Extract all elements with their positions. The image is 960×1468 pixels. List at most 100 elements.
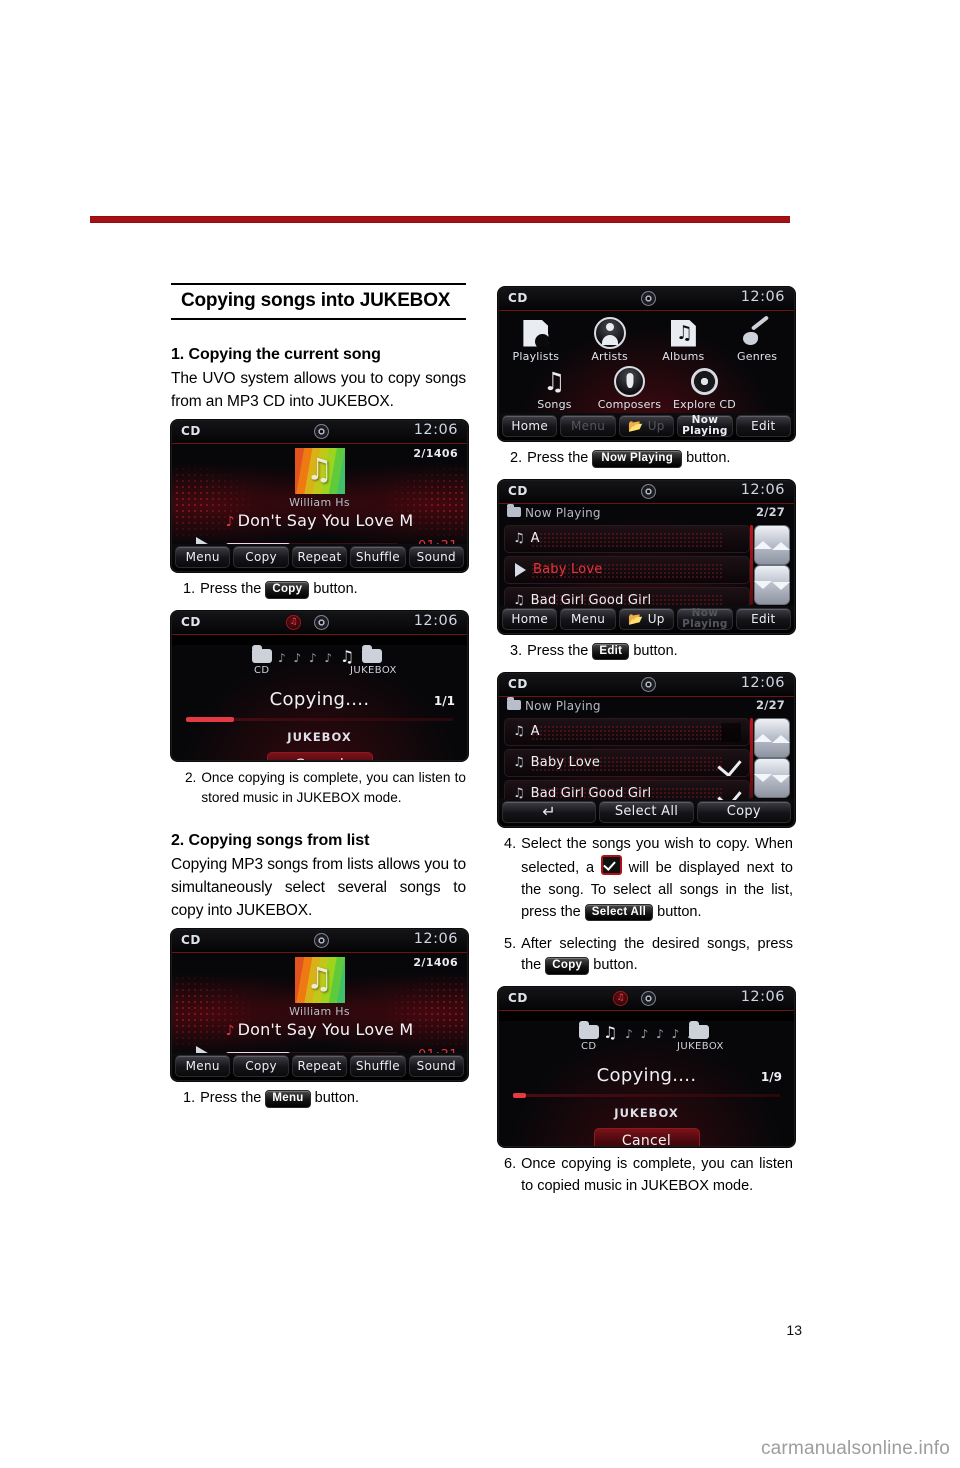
list-count: 2/27	[755, 697, 785, 712]
cancel-button[interactable]: Cancel	[593, 1128, 700, 1146]
list-item[interactable]: ♫ Bad Girl Good Girl	[504, 779, 750, 800]
checkmark-icon[interactable]	[717, 783, 742, 800]
button-shuffle[interactable]: Shuffle	[350, 1055, 406, 1078]
source-folder-label: CD	[254, 664, 270, 676]
breadcrumb: Now Playing 2/27	[499, 503, 794, 524]
status-clock: 12:06	[740, 989, 785, 1005]
button-menu[interactable]: Menu	[560, 607, 616, 630]
list-item[interactable]: ♫ A	[504, 524, 750, 553]
copying-progress-bar	[186, 716, 453, 722]
button-sound[interactable]: Sound	[408, 545, 465, 568]
list-body: Now Playing 2/27 ♫ A ♫ Baby Love ♫ Bad G…	[499, 696, 794, 800]
button-home[interactable]: Home	[502, 415, 558, 437]
status-bar: CD 12:06	[499, 288, 794, 311]
button-select-all[interactable]: Select All	[599, 800, 694, 823]
step-right-2: 2. Press the Now Playing button.	[498, 448, 793, 470]
dest-folder-icon	[689, 1021, 709, 1039]
step-number: 4.	[504, 835, 517, 852]
button-up[interactable]: 📂 Up	[618, 607, 675, 630]
status-clock: 12:06	[740, 289, 785, 305]
screenshot-copying-single: CD ♫ 12:06 CD ♪ ♪ ♪ ♪ ♫ ♪ JUKEBOX Copyin…	[171, 610, 468, 761]
button-up-label: Up	[647, 419, 665, 433]
list-item[interactable]: Baby Love	[504, 555, 750, 584]
screenshot-cd-menu: CD 12:06 Playlists Artists ♫ Albums Genr…	[498, 287, 795, 441]
inline-chip-menu: Menu	[265, 1090, 311, 1108]
copying-progress-bar	[513, 1093, 780, 1098]
back-arrow-icon: ↵	[542, 802, 557, 821]
edit-button-bar: ↵ Select All Copy	[499, 798, 794, 826]
step-text: Select the songs you wish to copy. When …	[521, 834, 793, 924]
button-copy[interactable]: Copy	[233, 1055, 289, 1078]
player-button-bar: Menu Copy Repeat Shuffle Sound	[172, 543, 467, 571]
menu-item-albums[interactable]: ♫ Albums	[650, 318, 716, 363]
step-text: Press the Copy button.	[200, 579, 466, 601]
music-note-icon: ♫	[513, 593, 525, 607]
button-edit[interactable]: Edit	[735, 607, 792, 630]
scrollbar[interactable]	[750, 717, 790, 798]
step-number: 6.	[504, 1156, 517, 1172]
copying-destination-label: JUKEBOX	[287, 729, 352, 744]
step-text-post: button.	[314, 1090, 359, 1107]
button-sound[interactable]: Sound	[408, 1055, 465, 1078]
source-folder-icon	[252, 644, 272, 663]
right-column: CD 12:06 Playlists Artists ♫ Albums Genr…	[498, 283, 795, 1208]
button-repeat[interactable]: Repeat	[291, 545, 348, 568]
list-item[interactable]: ♫ A	[504, 717, 750, 746]
button-menu[interactable]: Menu	[175, 1055, 231, 1078]
step-left-2: 2. Once copying is complete, you can lis…	[171, 768, 466, 809]
status-bar: CD 12:06	[172, 930, 467, 954]
button-edit[interactable]: Edit	[735, 415, 792, 437]
player-body: 2/1406 William Hs ♪Don't Say You Love M …	[172, 443, 467, 545]
menu-item-label: Genres	[737, 350, 778, 363]
button-repeat[interactable]: Repeat	[291, 1055, 348, 1078]
button-back[interactable]: ↵	[502, 800, 597, 823]
checkbox-unchecked[interactable]	[721, 722, 741, 742]
button-copy[interactable]: Copy	[233, 545, 289, 568]
person-icon	[593, 317, 626, 349]
button-home[interactable]: Home	[502, 607, 558, 630]
scroll-up-button[interactable]	[754, 524, 790, 565]
menu-grid-row-1: Playlists Artists ♫ Albums Genres	[499, 311, 794, 363]
button-shuffle[interactable]: Shuffle	[350, 545, 406, 568]
step-text-post: button.	[313, 580, 358, 597]
step-text-post: button.	[593, 957, 638, 974]
copying-dialog-body: CD ♫ ♪ ♪ ♪ ♪ ♪ JUKEBOX Copying.... 1/9 J…	[499, 1021, 794, 1146]
page-title: Copying songs into JUKEBOX	[171, 283, 466, 320]
dest-folder-icon	[362, 644, 382, 663]
music-note-icon: ♫	[513, 724, 525, 739]
scroll-down-button[interactable]	[754, 757, 790, 798]
scroll-up-button[interactable]	[754, 717, 790, 758]
inline-chip-now-playing: Now Playing	[592, 450, 683, 468]
menu-body: Playlists Artists ♫ Albums Genres ♫ Song…	[499, 311, 794, 414]
button-copy[interactable]: Copy	[696, 800, 791, 823]
cancel-button[interactable]: Cancel	[266, 751, 373, 760]
menu-item-songs[interactable]: ♫ Songs	[522, 366, 588, 412]
step-text-pre: Press the	[527, 642, 589, 659]
page-number: 13	[786, 1322, 802, 1338]
menu-item-composers[interactable]: Composers	[597, 365, 663, 411]
menu-item-playlists[interactable]: Playlists	[503, 318, 569, 363]
list-item-label: Baby Love	[533, 562, 603, 578]
step-text-post: button.	[686, 450, 731, 466]
step-right-5: 5. After selecting the desired songs, pr…	[498, 934, 793, 978]
album-art	[294, 447, 345, 494]
menu-button-bar: Home Menu 📂 Up Now Playing Edit	[499, 413, 794, 440]
play-icon	[515, 562, 526, 577]
button-menu[interactable]: Menu	[175, 545, 231, 568]
button-now-playing[interactable]: Now Playing	[677, 415, 733, 437]
list-body: Now Playing 2/27 ♫ A Baby Love ♫ Bad Gir…	[499, 503, 794, 607]
menu-item-artists[interactable]: Artists	[577, 317, 643, 363]
copying-status-text: Copying....	[269, 688, 370, 710]
list-item[interactable]: ♫ Bad Girl Good Girl	[504, 586, 750, 607]
step-text: Once copying is complete, you can listen…	[201, 769, 466, 806]
step-text-pre: Press the	[200, 580, 262, 597]
menu-item-explore-cd[interactable]: Explore CD	[672, 366, 738, 411]
list-item[interactable]: ♫ Baby Love	[504, 748, 750, 777]
list-item-label: A	[530, 724, 540, 739]
checkmark-icon[interactable]	[717, 752, 742, 776]
menu-item-genres[interactable]: Genres	[724, 318, 790, 363]
scroll-down-button[interactable]	[754, 564, 790, 605]
disc-icon	[314, 933, 329, 949]
step-number: 1.	[183, 1090, 196, 1107]
scrollbar[interactable]	[750, 524, 790, 605]
